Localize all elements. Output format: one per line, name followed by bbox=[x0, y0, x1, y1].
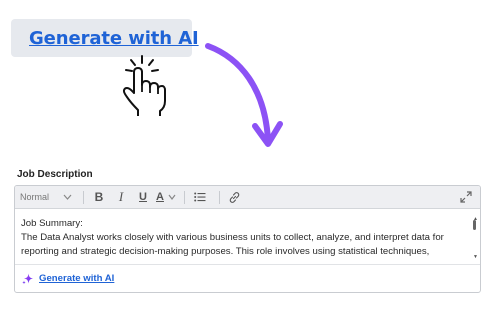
scroll-down-icon[interactable]: ▼ bbox=[473, 250, 478, 264]
format-select-value: Normal bbox=[20, 192, 50, 202]
editor-content[interactable]: Job Summary: The Data Analyst works clos… bbox=[15, 209, 480, 264]
format-select[interactable]: Normal bbox=[20, 192, 72, 202]
underline-button[interactable]: U bbox=[134, 188, 152, 206]
job-description-editor[interactable]: Normal B I U A Job Summary: The Data Ana… bbox=[14, 185, 481, 293]
italic-button[interactable]: I bbox=[112, 188, 130, 206]
generate-with-ai-hero-link[interactable]: Generate with AI bbox=[29, 28, 199, 49]
insert-link-button[interactable] bbox=[226, 188, 244, 206]
generate-with-ai-hero-button[interactable]: Generate with AI bbox=[11, 19, 199, 57]
editor-footer: Generate with AI bbox=[15, 264, 480, 292]
chevron-down-icon bbox=[168, 194, 176, 200]
sparkle-icon bbox=[22, 273, 33, 285]
link-icon bbox=[230, 191, 240, 203]
toolbar-divider bbox=[218, 190, 220, 204]
editor-toolbar: Normal B I U A bbox=[15, 186, 480, 209]
editor-line: reporting and strategic decision-making … bbox=[21, 246, 430, 257]
text-color-button[interactable]: A bbox=[156, 191, 176, 203]
toolbar-divider bbox=[183, 190, 185, 204]
scrollbar-thumb[interactable] bbox=[473, 220, 476, 230]
job-description-label: Job Description bbox=[17, 169, 93, 180]
chevron-down-icon bbox=[63, 194, 72, 200]
list-icon bbox=[194, 192, 206, 202]
hand-pointer-icon bbox=[122, 55, 166, 116]
generate-with-ai-link[interactable]: Generate with AI bbox=[39, 273, 114, 284]
bulleted-list-button[interactable] bbox=[191, 188, 209, 206]
curved-arrow-down-icon bbox=[205, 43, 283, 147]
toolbar-divider bbox=[83, 190, 85, 204]
expand-icon[interactable] bbox=[460, 191, 472, 203]
editor-line: Job Summary: bbox=[21, 218, 83, 229]
bold-button[interactable]: B bbox=[90, 188, 108, 206]
editor-scrollbar[interactable]: ▲ ▼ bbox=[472, 214, 478, 264]
text-color-label: A bbox=[156, 191, 164, 203]
editor-line: The Data Analyst works closely with vari… bbox=[21, 232, 444, 243]
